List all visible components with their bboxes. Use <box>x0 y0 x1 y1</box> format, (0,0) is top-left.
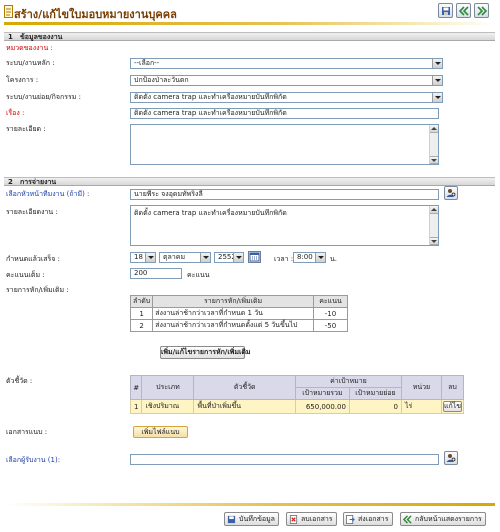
page-title: สร้าง/แก้ไขใบมอบหมายงานบุคคล <box>14 8 177 21</box>
delete-document-icon <box>289 514 298 524</box>
full-score-input[interactable]: 200 <box>130 268 182 279</box>
team-lead-label: เลือกหัวหน้าทีมงาน (ถ้ามี) : <box>6 190 90 198</box>
deduction-col-no: ลำดับ <box>129 295 154 308</box>
table-row: 2 ส่งงานล่าช้ากว่าเวลาที่กำหนดตั้งแต่ 5 … <box>129 319 348 332</box>
project-label: โครงการ : <box>6 76 39 84</box>
project-select[interactable]: ปกป้องป่าละวันตก <box>130 75 443 86</box>
detail-textarea[interactable] <box>130 124 439 165</box>
receiver-label: เลือกผู้รับงาน (1): <box>6 456 61 464</box>
edit-indicator-button[interactable]: แก้ไข <box>442 401 462 412</box>
send-document-icon <box>346 514 355 524</box>
person-search-icon <box>446 189 456 197</box>
chevron-down-icon <box>145 253 155 262</box>
chevron-down-icon <box>200 253 210 262</box>
section-1-header: 1 ข้อมูลของงาน <box>4 32 495 41</box>
time-unit: น. <box>330 255 338 263</box>
back-to-list-button[interactable]: กลับหน้าแสดงรายการ <box>400 512 486 526</box>
add-attachment-button[interactable]: เพิ่มไฟล์แนบ <box>133 426 188 438</box>
back-icon <box>403 514 412 524</box>
select-receiver-button[interactable] <box>444 451 458 465</box>
chevron-down-icon <box>432 76 442 85</box>
select-team-lead-button[interactable] <box>444 186 458 200</box>
receiver-input[interactable] <box>130 454 439 465</box>
document-icon <box>4 5 13 18</box>
category-label: หมวดของงาน : <box>6 44 53 52</box>
main-system-label: ระบบ/งานหลัก : <box>6 59 55 67</box>
section-2-header: 2 การจ่ายงาน <box>4 177 495 186</box>
team-lead-input[interactable]: นายพีระ จงอุดมทัพริงลี <box>130 189 439 200</box>
calendar-button[interactable] <box>248 251 261 263</box>
save-button[interactable]: บันทึกข้อมูล <box>224 512 279 526</box>
forward-toolbar-button[interactable] <box>474 3 489 18</box>
subject-input[interactable]: ติดตั้ง camera trap และทำเครื่องหมายบันท… <box>130 108 439 119</box>
deadline-label: กำหนดแล้วเสร็จ : <box>6 255 60 263</box>
table-row: 1 ส่งงานล่าช้ากว่าเวลาที่กำหนด 1 วัน -10 <box>129 307 348 320</box>
back-toolbar-button[interactable] <box>456 3 471 18</box>
send-button[interactable]: ส่งเอกสาร <box>343 512 393 526</box>
save-icon <box>227 515 236 523</box>
time-select[interactable]: 8:00 <box>293 252 326 263</box>
indicator-label: ตัวชี้วัด : <box>6 377 33 385</box>
footer-divider <box>4 503 495 506</box>
chevron-down-icon <box>315 253 325 262</box>
score-unit: คะแนน <box>187 271 210 279</box>
deadline-year-select[interactable]: 2552 <box>214 252 244 263</box>
sub-system-select[interactable]: ติดตั้ง camera trap และทำเครื่องหมายบันท… <box>130 92 443 103</box>
deadline-day-select[interactable]: 18 <box>130 252 156 263</box>
delete-button[interactable]: ลบเอกสาร <box>286 512 337 526</box>
sub-system-label: ระบบ/งานย่อย/กิจกรรม : <box>6 93 81 101</box>
work-detail-textarea[interactable]: ติดตั้ง camera trap และทำเครื่องหมายบันท… <box>130 205 439 246</box>
deduction-label: รายการหัก/เพิ่มเติม : <box>6 286 69 294</box>
chevron-down-icon <box>233 253 243 262</box>
chevron-down-icon <box>432 59 442 68</box>
save-toolbar-button[interactable] <box>438 3 453 18</box>
detail-label: รายละเอียด : <box>6 125 46 133</box>
deadline-month-select[interactable]: ตุลาคม <box>159 252 211 263</box>
time-label: เวลา : <box>274 255 294 263</box>
deduction-col-score: คะแนน <box>313 295 348 308</box>
back-icon <box>458 5 469 16</box>
title-divider <box>4 22 495 25</box>
work-detail-scrollbar[interactable] <box>429 206 438 245</box>
deduction-col-item: รายการหัก/เพิ่มเติม <box>152 295 314 308</box>
main-system-select[interactable]: --เลือก-- <box>130 58 443 69</box>
calendar-icon <box>249 252 260 262</box>
forward-icon <box>476 5 487 16</box>
detail-scrollbar[interactable] <box>429 125 438 164</box>
attachment-label: เอกสารแนบ : <box>6 428 48 436</box>
chevron-down-icon <box>432 93 442 102</box>
subject-label: เรื่อง : <box>6 109 25 117</box>
indicator-table: # ประเภท ตัวชี้วัด ค่าเป้าหมาย หน่วย ลบ … <box>129 375 465 414</box>
full-score-label: คะแนนเต็ม : <box>6 271 45 279</box>
person-search-icon <box>446 454 456 462</box>
edit-deductions-button[interactable]: เพิ่ม/แก้ไขรายการหัก/เพิ่มเติม <box>160 346 251 359</box>
save-icon <box>441 6 450 15</box>
deduction-table: ลำดับ รายการหัก/เพิ่มเติม คะแนน 1 ส่งงาน… <box>129 295 348 332</box>
work-detail-label: รายละเอียดงาน : <box>6 208 58 216</box>
table-row: 1 เชิงปริมาณ พื้นที่ป่าเพิ่มขึ้น 650,000… <box>129 399 465 414</box>
